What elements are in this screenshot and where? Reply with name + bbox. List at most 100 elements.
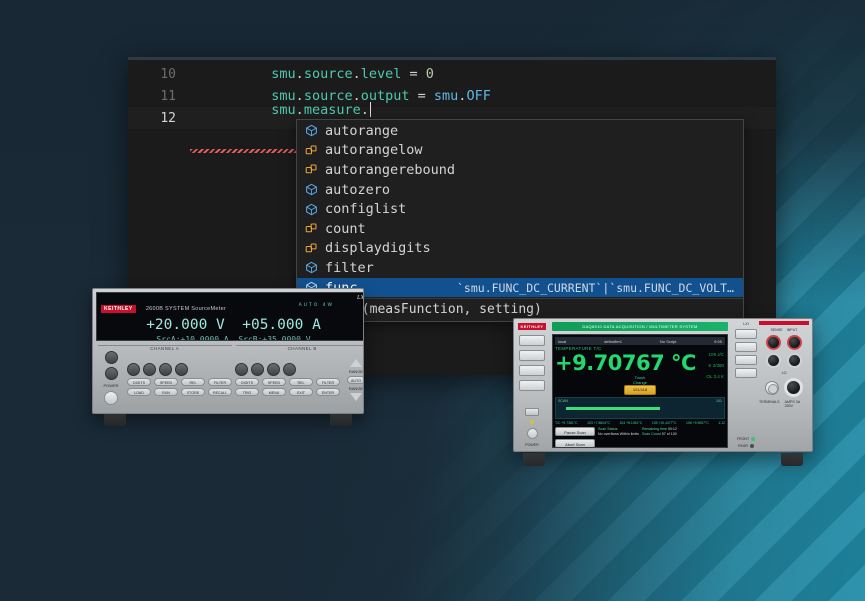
channel-a-pill-keys-1[interactable]: DIGITS SPEED REL FILTER xyxy=(127,378,232,386)
sourcemeter-keypad[interactable]: POWER DIGITS SPEED REL xyxy=(96,349,364,410)
key-rel-a[interactable]: REL xyxy=(181,378,205,386)
range-down-label: RANGE xyxy=(349,386,363,391)
softkey-channel[interactable] xyxy=(735,355,757,365)
key-enter[interactable]: ENTER xyxy=(316,388,340,396)
key-digits-a[interactable]: DIGITS xyxy=(127,378,151,386)
softkey-home[interactable] xyxy=(519,335,545,346)
autocomplete-item-autorangelow[interactable]: autorangelow xyxy=(297,141,743,161)
status-buffer: defbuffer1 xyxy=(604,339,622,344)
auto-range-button[interactable]: AUTO xyxy=(347,376,364,384)
key-meas-a[interactable] xyxy=(143,363,156,376)
key-rel-b[interactable]: REL xyxy=(289,378,313,386)
screenshot-stage: 10 smu.source.level = 0 11 smu.source.ou… xyxy=(0,0,865,601)
channel-b-keys[interactable]: DIGITS SPEED REL FILTER TRIG MENU EXIT E… xyxy=(235,351,340,408)
autocomplete-item-filter[interactable]: filter xyxy=(297,258,743,278)
autocomplete-item-autorangerebound[interactable]: autorangerebound xyxy=(297,160,743,180)
terminal-red-strip xyxy=(759,321,809,325)
pause-scan-button[interactable]: Pause Scan xyxy=(555,427,595,436)
range-indicator-pill[interactable]: 101/118 xyxy=(624,385,656,395)
key-filter-b[interactable]: FILTER xyxy=(316,378,340,386)
input-lo-jack[interactable] xyxy=(787,353,802,368)
daq-terminal-panel[interactable]: LXI FRONT REAR xyxy=(730,319,812,451)
autocomplete-item-configlist[interactable]: configlist xyxy=(297,199,743,219)
daq-model-banner: DAQ6510 DATA ACQUISITION / MULTIMETER SY… xyxy=(552,322,728,331)
line-number-11: 11 xyxy=(128,89,190,104)
input-hi-jack[interactable] xyxy=(787,335,802,350)
channel-b-pill-keys-2[interactable]: TRIG MENU EXIT ENTER xyxy=(235,388,340,396)
softkey-trigger[interactable] xyxy=(735,342,757,352)
display-button[interactable] xyxy=(105,351,118,364)
channel-a-keys[interactable]: DIGITS SPEED REL FILTER LOAD RUN STORE R… xyxy=(127,351,232,408)
abort-scan-button[interactable]: Abort Scan xyxy=(555,439,595,448)
key-speed-a[interactable]: SPEED xyxy=(154,378,178,386)
key-digits-b[interactable]: DIGITS xyxy=(235,378,259,386)
daq-right-softkeys[interactable]: LXI FRONT REAR xyxy=(733,322,759,448)
autocomplete-item-label: filter xyxy=(325,260,374,276)
sense-hi-jack[interactable] xyxy=(766,335,781,350)
softkey-func[interactable] xyxy=(735,329,757,339)
autocomplete-item-detail: `smu.FUNC_DC_CURRENT`|`smu.FUNC_DC_VOLTA… xyxy=(457,281,737,295)
key-trig[interactable]: TRIG xyxy=(235,388,259,396)
autocomplete-item-autozero[interactable]: autozero xyxy=(297,180,743,200)
autocomplete-item-count[interactable]: count xyxy=(297,219,743,239)
amps-jack[interactable] xyxy=(784,378,803,397)
stat-2: 103 +7.8604°C xyxy=(587,421,610,425)
key-filter-a[interactable]: FILTER xyxy=(208,378,232,386)
sense-label: SENSE xyxy=(771,328,783,332)
power-label: POWER xyxy=(103,383,118,388)
stat-1: T/C +9.7381°C xyxy=(555,421,578,425)
channel-a-pill-keys-2[interactable]: LOAD RUN STORE RECALL xyxy=(127,388,232,396)
property-icon xyxy=(305,222,325,235)
sense-lo-jack[interactable] xyxy=(766,353,781,368)
channel-b-label: CHANNEL B xyxy=(236,345,365,352)
key-src-b[interactable] xyxy=(235,363,248,376)
power-section[interactable]: POWER xyxy=(98,351,124,408)
key-load[interactable]: LOAD xyxy=(127,388,151,396)
amps-label: AMPS 3A 250V xyxy=(785,400,809,408)
daq-touchscreen[interactable]: local defbuffer1 No Script 9:05 TEMPERAT… xyxy=(552,334,728,448)
key-limit-b[interactable] xyxy=(267,363,280,376)
softkey-apps[interactable] xyxy=(519,365,545,376)
channel-button[interactable] xyxy=(105,367,118,380)
channel-stats-row: T/C +9.7381°C 103 +7.8604°C 104 +8.1061°… xyxy=(555,421,725,425)
key-mode-b[interactable] xyxy=(283,363,296,376)
daq-left-softkeys[interactable]: KEITHLEY POWER xyxy=(514,319,550,451)
range-keys[interactable]: RANGE AUTO RANGE xyxy=(343,351,364,408)
key-menu[interactable]: MENU xyxy=(262,388,286,396)
key-mode-a[interactable] xyxy=(175,363,188,376)
graph-label-left: SCAN xyxy=(558,399,568,403)
channel-b-pill-keys-1[interactable]: DIGITS SPEED REL FILTER xyxy=(235,378,340,386)
key-meas-b[interactable] xyxy=(251,363,264,376)
softkey-help[interactable] xyxy=(519,380,545,391)
key-speed-b[interactable]: SPEED xyxy=(262,378,286,386)
screen-bottom-controls[interactable]: Pause Scan Abort Scan Scan Status No ove… xyxy=(555,427,725,448)
rear-label: REAR xyxy=(738,444,748,448)
channel-a-round-keys[interactable] xyxy=(127,363,232,376)
terminals-switch[interactable] xyxy=(765,381,779,395)
power-button[interactable] xyxy=(104,391,118,405)
module-cube-icon xyxy=(305,183,325,196)
key-limit-a[interactable] xyxy=(159,363,172,376)
range-down-icon[interactable] xyxy=(350,393,362,401)
softkey-exit[interactable] xyxy=(735,368,757,378)
softkey-menu[interactable] xyxy=(519,350,545,361)
remaining-time-value: 00:12 xyxy=(668,427,677,431)
instrument-sourcemeter: LXI KEITHLEY 2600B SYSTEM SourceMeter AU… xyxy=(78,288,378,426)
channel-b-round-keys[interactable] xyxy=(235,363,340,376)
key-src-a[interactable] xyxy=(127,363,140,376)
key-run[interactable]: RUN xyxy=(154,388,178,396)
autocomplete-item-label: configlist xyxy=(325,201,406,217)
key-recall[interactable]: RECALL xyxy=(208,388,232,396)
power-button[interactable] xyxy=(527,428,538,439)
range-up-icon[interactable] xyxy=(350,359,362,367)
autocomplete-list[interactable]: autorange autorangelow autorangerebound xyxy=(297,120,743,298)
scan-progress-bar xyxy=(566,407,660,410)
autocomplete-item-displaydigits[interactable]: displaydigits xyxy=(297,239,743,259)
input-terminals[interactable]: SENSE INPUT LO xyxy=(759,322,809,448)
autocomplete-item-autorange[interactable]: autorange xyxy=(297,121,743,141)
key-store[interactable]: STORE xyxy=(181,388,205,396)
key-exit[interactable]: EXIT xyxy=(289,388,313,396)
rear-led xyxy=(750,444,754,448)
stat-4: 105 +10.4477°C xyxy=(652,421,677,425)
lxi-badge: LXI xyxy=(743,322,748,326)
